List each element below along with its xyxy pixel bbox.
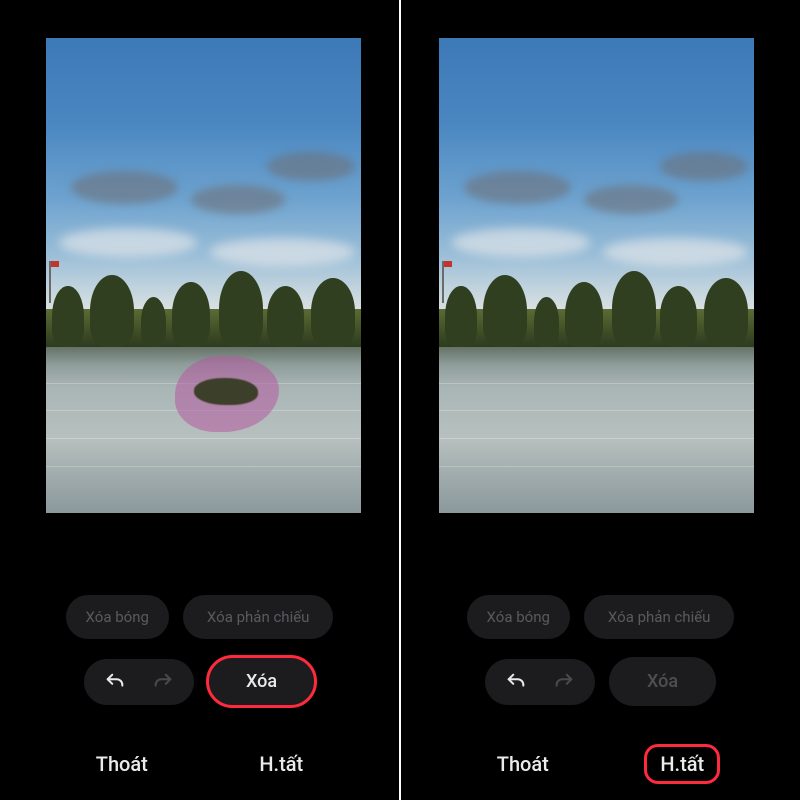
redo-icon[interactable] [553, 671, 575, 693]
exit-button[interactable]: Thoát [483, 746, 563, 782]
redo-icon[interactable] [152, 671, 174, 693]
flagpole [442, 261, 444, 303]
remove-reflection-pill[interactable]: Xóa phản chiếu [183, 595, 334, 639]
controls: Xóa bóng Xóa phản chiếu Xóa Thoát H.tất [0, 595, 399, 800]
photo-canvas[interactable] [0, 38, 399, 513]
controls: Xóa bóng Xóa phản chiếu Xóa Thoát H.tất [401, 595, 800, 800]
remove-shadow-pill[interactable]: Xóa bóng [467, 595, 570, 639]
photo [439, 38, 754, 513]
flagpole [49, 261, 51, 303]
done-button[interactable]: H.tất [245, 746, 317, 782]
editor-screen-after: Xóa bóng Xóa phản chiếu Xóa Thoát H.tất [401, 0, 800, 800]
erase-button-disabled: Xóa [609, 657, 716, 706]
photo-canvas[interactable] [401, 38, 800, 513]
erase-button[interactable]: Xóa [208, 657, 315, 706]
undo-redo-group [84, 659, 194, 705]
editor-screen-before: Xóa bóng Xóa phản chiếu Xóa Thoát H.tất [0, 0, 399, 800]
undo-redo-group [485, 659, 595, 705]
photo [46, 38, 361, 513]
remove-reflection-pill[interactable]: Xóa phản chiếu [584, 595, 735, 639]
undo-icon[interactable] [505, 671, 527, 693]
done-button[interactable]: H.tất [646, 746, 718, 782]
remove-shadow-pill[interactable]: Xóa bóng [66, 595, 169, 639]
undo-icon[interactable] [104, 671, 126, 693]
exit-button[interactable]: Thoát [82, 746, 162, 782]
